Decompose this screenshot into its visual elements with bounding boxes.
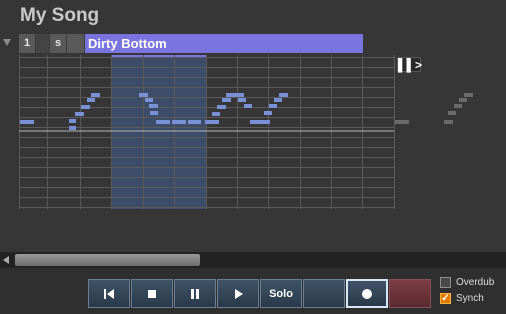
midi-note[interactable] [212,112,220,116]
ghost-note [454,104,462,108]
midi-note[interactable] [269,104,277,108]
midi-note[interactable] [91,93,100,97]
panel-expand-button[interactable]: ▌▌> [397,57,422,72]
ghost-notes [395,93,473,124]
pause-button[interactable] [174,279,216,308]
play-icon [235,288,243,299]
skip-back-icon [104,288,114,299]
ghost-note [444,120,453,124]
midi-note[interactable] [279,93,288,97]
play-button[interactable] [217,279,259,308]
midi-note[interactable] [20,120,34,124]
ghost-note [448,111,456,115]
midi-note[interactable] [69,126,76,130]
stop-icon [148,289,156,298]
midi-note[interactable] [244,104,252,108]
midi-note[interactable] [172,120,186,124]
midi-note[interactable] [145,98,153,102]
pause-icon [191,288,199,299]
overdub-checkbox[interactable] [440,277,451,288]
midi-note[interactable] [149,104,158,108]
scroll-thumb[interactable] [15,254,200,266]
midi-note[interactable] [261,120,270,124]
record-icon [362,288,372,299]
midi-note[interactable] [150,111,158,115]
scroll-left-icon[interactable] [3,256,9,264]
ghost-note [395,120,409,124]
ghost-note [464,93,473,97]
midi-note[interactable] [75,112,84,116]
grid-columns [19,55,395,209]
midi-note[interactable] [81,105,90,109]
piano-roll-grid[interactable] [0,0,506,252]
selection-region [111,55,206,209]
horizontal-scrollbar[interactable] [0,252,506,268]
midi-note[interactable] [188,120,201,124]
midi-note[interactable] [87,98,95,102]
midi-note[interactable] [264,111,272,115]
midi-note[interactable] [139,93,148,97]
midi-note[interactable] [205,120,219,124]
overdub-label: Overdub [456,277,495,288]
rewind-button[interactable] [88,279,130,308]
record-arm-button[interactable] [389,279,431,308]
solo-button[interactable]: Solo [260,279,302,308]
record-button[interactable] [346,279,388,308]
synch-label: Synch [456,293,484,304]
midi-note[interactable] [217,105,226,109]
midi-note[interactable] [156,120,170,124]
midi-note[interactable] [238,98,246,102]
synch-checkbox[interactable]: ✓ [440,293,451,304]
midi-note[interactable] [235,93,244,97]
midi-note[interactable] [226,93,235,97]
ghost-note [459,98,467,102]
midi-note[interactable] [222,98,231,102]
blank-transport-button[interactable] [303,279,345,308]
midi-note[interactable] [69,119,76,123]
stop-button[interactable] [131,279,173,308]
midi-note[interactable] [274,98,282,102]
